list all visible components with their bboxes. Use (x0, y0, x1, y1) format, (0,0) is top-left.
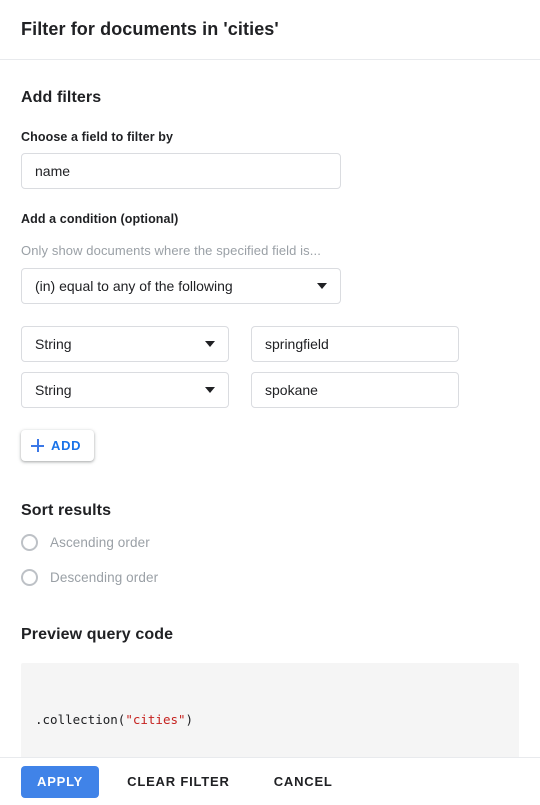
sort-results-section: Sort results Ascending order Descending … (21, 502, 519, 590)
value-type-select[interactable]: String (21, 326, 229, 362)
sort-results-heading: Sort results (21, 502, 112, 519)
code-paren-close: ) (185, 712, 194, 727)
plus-icon (31, 439, 44, 452)
dialog-body: Add filters Choose a field to filter by … (0, 89, 540, 805)
condition-value-input[interactable] (251, 372, 459, 408)
radio-icon (21, 533, 38, 551)
value-type-label: String (35, 336, 72, 352)
field-name-input[interactable] (21, 153, 341, 189)
dialog-footer: APPLY CLEAR FILTER CANCEL (0, 757, 540, 805)
value-type-label: String (35, 382, 72, 398)
condition-label: Add a condition (optional) (21, 212, 179, 226)
radio-ascending-label: Ascending order (50, 534, 150, 550)
add-condition-button[interactable]: ADD (21, 430, 95, 461)
condition-value-input[interactable] (251, 326, 459, 362)
value-type-select[interactable]: String (21, 372, 229, 408)
condition-row: String (21, 326, 519, 362)
code-collection-name: "cities" (125, 712, 186, 727)
cancel-button[interactable]: CANCEL (258, 766, 349, 798)
filter-dialog: Filter for documents in 'cities' Add fil… (0, 0, 540, 805)
add-condition-label: ADD (51, 438, 82, 453)
radio-descending-label: Descending order (50, 569, 159, 585)
apply-button[interactable]: APPLY (21, 765, 100, 798)
chevron-down-icon (205, 387, 215, 393)
condition-row: String (21, 372, 519, 408)
chevron-down-icon (317, 283, 327, 289)
condition-operator-value: (in) equal to any of the following (35, 278, 233, 294)
page-title: Filter for documents in 'cities' (21, 19, 279, 39)
condition-rows: String String (21, 326, 519, 408)
copy-icon[interactable] (489, 674, 507, 692)
chevron-down-icon (205, 341, 215, 347)
preview-query-heading: Preview query code (21, 626, 174, 643)
add-filters-heading: Add filters (21, 89, 102, 106)
dialog-header: Filter for documents in 'cities' (0, 0, 540, 60)
code-collection-call: .collection( (35, 712, 126, 727)
code-line-1: .collection("cities") (35, 711, 477, 729)
clear-filter-button[interactable]: CLEAR FILTER (111, 766, 246, 798)
radio-descending-order[interactable]: Descending order (21, 564, 519, 590)
condition-helper-text: Only show documents where the specified … (21, 243, 321, 258)
condition-operator-select[interactable]: (in) equal to any of the following (21, 268, 341, 304)
radio-icon (21, 568, 38, 586)
field-label: Choose a field to filter by (21, 130, 174, 144)
radio-ascending-order[interactable]: Ascending order (21, 529, 519, 555)
